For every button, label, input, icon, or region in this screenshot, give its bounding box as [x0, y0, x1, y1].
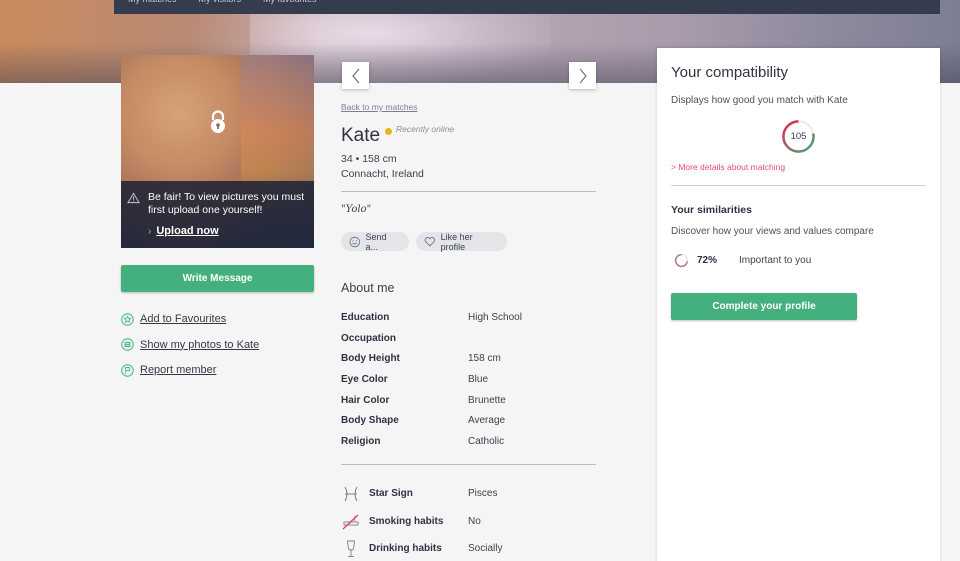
glass-icon [346, 540, 356, 557]
compatibility-score: 105 [790, 131, 807, 142]
send-label: Send a... [365, 231, 387, 252]
about-key: Occupation [341, 332, 397, 344]
location: Connacht, Ireland [341, 168, 424, 180]
no-smoking-icon [342, 514, 359, 530]
photo-notice-text: Be fair! To view pictures you must first… [148, 191, 305, 216]
profile-actions: Add to Favourites Show my photos to Kate… [121, 312, 259, 389]
status-text: Recently online [396, 124, 455, 134]
nav-my-matches[interactable]: My matches [128, 0, 177, 14]
write-message-button[interactable]: Write Message [121, 265, 314, 292]
similarities-heading: Your similarities [671, 204, 752, 216]
divider [341, 464, 596, 465]
similarities-description: Discover how your views and values compa… [671, 226, 874, 237]
lifestyle-key: Smoking habits [369, 515, 444, 527]
profile-photo[interactable]: Be fair! To view pictures you must first… [121, 55, 314, 248]
lifestyle-row: Star Sign Pisces [341, 480, 596, 508]
flag-circle-icon [121, 363, 134, 377]
about-row: Body Shape Average [341, 415, 596, 436]
report-member-link[interactable]: Report member [121, 363, 259, 377]
status-dot [385, 128, 392, 135]
divider [671, 185, 926, 186]
photo-locked-notice: Be fair! To view pictures you must first… [121, 181, 314, 248]
next-profile-button[interactable] [569, 62, 596, 89]
heart-icon [424, 237, 436, 247]
nav-my-favourites[interactable]: My favourites [263, 0, 317, 14]
about-key: Eye Color [341, 374, 388, 386]
online-status: Recently online [385, 123, 454, 135]
report-member-label[interactable]: Report member [140, 364, 216, 376]
lock-icon [211, 110, 225, 133]
about-me-heading: About me [341, 281, 395, 295]
about-row: Occupation [341, 333, 596, 354]
chevron-right-icon: › [148, 225, 152, 237]
about-value: Blue [468, 374, 489, 386]
about-row: Body Height 158 cm [341, 353, 596, 374]
previous-profile-button[interactable] [342, 62, 369, 89]
about-row: Education High School [341, 312, 596, 333]
warning-triangle-icon [127, 192, 140, 204]
nav-my-visitors[interactable]: My visitors [199, 0, 242, 14]
profile-name: Kate [341, 125, 381, 146]
about-key: Body Shape [341, 415, 399, 427]
compatibility-heading: Your compatibility [671, 64, 789, 81]
like-profile-button[interactable]: Like her profile [416, 231, 507, 252]
about-key: Education [341, 312, 390, 323]
send-smile-button[interactable]: Send a... [341, 231, 409, 252]
similarity-label: Important to you [739, 255, 812, 266]
about-value: Catholic [468, 436, 505, 448]
show-photos-link[interactable]: Show my photos to Kate [121, 338, 259, 352]
profile-quote: "Yolo" [341, 204, 372, 215]
about-key: Body Height [341, 353, 400, 365]
like-label: Like her profile [440, 231, 473, 252]
lifestyle-row: Drinking habits Socially [341, 535, 596, 561]
lifestyle-value: Socially [468, 543, 503, 555]
chevron-left-icon [351, 68, 359, 83]
star-circle-icon [121, 312, 134, 326]
about-value: Average [468, 415, 506, 427]
add-to-favourites-label[interactable]: Add to Favourites [140, 313, 226, 325]
lifestyle-key: Drinking habits [369, 543, 442, 555]
show-photos-label[interactable]: Show my photos to Kate [140, 339, 259, 351]
add-to-favourites-link[interactable]: Add to Favourites [121, 312, 259, 326]
age-height: 34 • 158 cm [341, 153, 397, 165]
about-me-table: Education High School Occupation Body Hei… [341, 312, 596, 457]
upload-now-link[interactable]: Upload now [156, 225, 218, 237]
about-row: Religion Catholic [341, 436, 596, 457]
more-details-link[interactable]: > More details about matching [671, 162, 785, 172]
about-key: Religion [341, 436, 381, 448]
lifestyle-value: No [468, 515, 481, 527]
about-value: Brunette [468, 394, 506, 406]
similarity-row: 72% Important to you [674, 253, 811, 268]
compatibility-description: Displays how good you match with Kate [671, 95, 848, 106]
smiley-icon [349, 236, 360, 247]
compatibility-panel: Your compatibility Displays how good you… [657, 48, 940, 561]
back-to-matches-link[interactable]: Back to my matches [341, 102, 418, 112]
similarity-percent: 72% [697, 255, 718, 266]
divider [341, 191, 596, 192]
lifestyle-value: Pisces [468, 488, 498, 500]
pisces-icon [344, 486, 358, 501]
lifestyle-key: Star Sign [369, 488, 413, 500]
photo-circle-icon [121, 338, 134, 351]
about-row: Hair Color Brunette [341, 395, 596, 416]
chevron-right-icon [579, 68, 587, 83]
about-value: 158 cm [468, 353, 501, 365]
lifestyle-row: Smoking habits No [341, 508, 596, 536]
about-key: Hair Color [341, 394, 390, 406]
complete-profile-button[interactable]: Complete your profile [671, 293, 857, 320]
similarity-ring [674, 253, 689, 268]
about-value: High School [468, 312, 522, 323]
about-row: Eye Color Blue [341, 374, 596, 395]
top-navigation: My matches My visitors My favourites [114, 0, 940, 14]
lifestyle-table: Star Sign Pisces Smoking habits No Drink… [341, 480, 596, 561]
